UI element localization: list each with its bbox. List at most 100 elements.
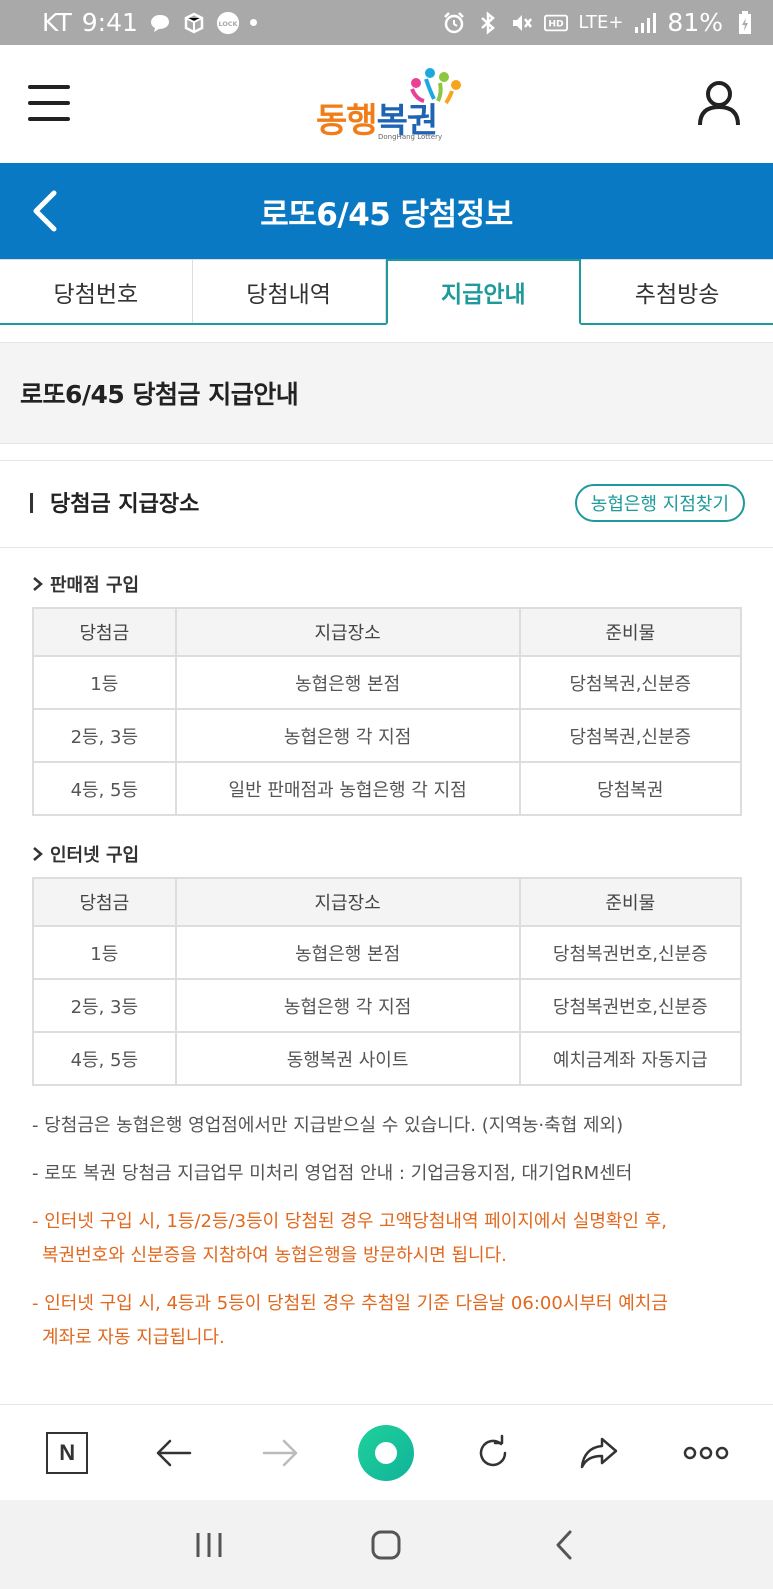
note-text: 계좌로 자동 지급됩니다. — [42, 1327, 225, 1348]
tab-draw-broadcast[interactable]: 추첨방송 — [581, 259, 773, 323]
table-cell: 당첨복권 — [518, 761, 743, 816]
store-purchase-table: 당첨금 지급장소 준비물 1등 농협은행 본점 당첨복권,신분증 2등, 3등 … — [32, 607, 743, 816]
arrow-left-icon — [156, 1439, 191, 1466]
title-bar: 로또6/45 당첨정보 — [0, 163, 773, 259]
chat-icon — [148, 11, 172, 35]
table-cell: 2등, 3등 — [32, 978, 177, 1033]
app-header: 동행복권 DongHang Lottery — [0, 45, 773, 163]
green-dot-button[interactable] — [358, 1424, 415, 1481]
refresh-icon — [479, 1434, 507, 1466]
table-cell: 농협은행 각 지점 — [174, 978, 521, 1033]
table-row: 4등, 5등 일반 판매점과 농협은행 각 지점 당첨복권 — [32, 761, 743, 816]
table-cell: 농협은행 각 지점 — [174, 708, 521, 763]
find-branch-button[interactable]: 농협은행 지점찾기 — [574, 484, 745, 522]
recent-apps-icon — [196, 1532, 222, 1557]
arrow-right-icon — [262, 1439, 298, 1466]
chevron-right-icon — [33, 577, 43, 591]
page-heading-box: 로또6/45 당첨금 지급안내 — [0, 342, 773, 444]
lock-app-icon: LOCK — [216, 11, 240, 35]
internet-purchase-table: 당첨금 지급장소 준비물 1등 농협은행 본점 당첨복권번호,신분증 2등, 3… — [32, 877, 743, 1086]
table-cell: 예치금계좌 자동지급 — [518, 1031, 743, 1086]
svg-text:LOCK: LOCK — [218, 19, 238, 27]
back-button[interactable] — [146, 1425, 202, 1481]
section-bar-decoration — [30, 493, 33, 513]
internet-purchase-heading: 인터넷 구입 — [32, 841, 139, 867]
battery-icon — [733, 10, 757, 35]
battery-label: 81% — [667, 8, 723, 37]
signal-icon — [633, 11, 657, 35]
table-header-row: 당첨금 지급장소 준비물 — [32, 877, 743, 927]
tab-winning-history[interactable]: 당첨내역 — [192, 259, 386, 323]
table-cell: 당첨복권번호,신분증 — [518, 978, 743, 1033]
note-text: 복권번호와 신분증을 지참하여 농협은행을 방문하시면 됩니다. — [42, 1245, 507, 1266]
note-item: - 당첨금은 농협은행 영업점에서만 지급받으실 수 있습니다. (지역농·축협… — [32, 1109, 752, 1143]
home-button[interactable] — [366, 1525, 406, 1565]
tab-bar: 당첨번호 당첨내역 지급안내 추첨방송 — [0, 259, 773, 325]
column-header: 당첨금 — [32, 877, 177, 927]
naver-n-icon: N — [46, 1431, 89, 1474]
table-cell: 4등, 5등 — [32, 1031, 177, 1086]
note-item-highlight: - 인터넷 구입 시, 1등/2등/3등이 당첨된 경우 고액당첨내역 페이지에… — [32, 1205, 752, 1273]
donghang-logo[interactable]: 동행복권 DongHang Lottery — [316, 65, 462, 145]
table-row: 2등, 3등 농협은행 각 지점 당첨복권번호,신분증 — [32, 978, 743, 1033]
note-text: - 로또 복권 당첨금 지급업무 미처리 영업점 안내 : 기업금융지점, 대기… — [32, 1163, 633, 1184]
table-cell: 농협은행 본점 — [174, 655, 521, 710]
store-purchase-heading: 판매점 구입 — [32, 571, 139, 597]
alarm-icon — [442, 11, 466, 35]
table-cell: 동행복권 사이트 — [174, 1031, 521, 1086]
note-text: - 당첨금은 농협은행 영업점에서만 지급받으실 수 있습니다. (지역농·축협… — [32, 1115, 624, 1136]
column-header: 지급장소 — [174, 877, 521, 927]
internet-purchase-label: 인터넷 구입 — [50, 845, 140, 866]
cube-icon — [182, 11, 206, 35]
column-header: 준비물 — [518, 607, 743, 657]
logo-text-part1: 동행 — [316, 101, 378, 141]
table-cell: 4등, 5등 — [32, 761, 177, 816]
back-arrow-icon[interactable] — [28, 189, 64, 233]
hd-icon: HD — [544, 11, 569, 35]
table-row: 4등, 5등 동행복권 사이트 예치금계좌 자동지급 — [32, 1031, 743, 1086]
page-title: 로또6/45 당첨정보 — [260, 196, 513, 233]
more-dots-icon — [683, 1446, 728, 1459]
tab-winning-numbers[interactable]: 당첨번호 — [0, 259, 193, 323]
column-header: 당첨금 — [32, 607, 177, 657]
table-cell: 1등 — [32, 925, 177, 980]
note-item: - 로또 복권 당첨금 지급업무 미처리 영업점 안내 : 기업금융지점, 대기… — [32, 1157, 752, 1191]
payment-location-section: 당첨금 지급장소 농협은행 지점찾기 판매점 구입 당첨금 지급장소 준비물 1… — [0, 460, 773, 1400]
table-row: 1등 농협은행 본점 당첨복권번호,신분증 — [32, 925, 743, 980]
table-cell: 농협은행 본점 — [174, 925, 521, 980]
forward-button[interactable] — [252, 1425, 308, 1481]
chevron-left-icon — [556, 1530, 572, 1559]
tab-payment-guide[interactable]: 지급안내 — [385, 259, 582, 325]
table-cell: 일반 판매점과 농협은행 각 지점 — [174, 761, 521, 816]
page-heading: 로또6/45 당첨금 지급안내 — [20, 380, 299, 409]
table-cell: 2등, 3등 — [32, 708, 177, 763]
store-purchase-label: 판매점 구입 — [50, 575, 140, 596]
menu-icon[interactable] — [28, 85, 70, 121]
note-item-highlight: - 인터넷 구입 시, 4등과 5등이 당첨된 경우 추첨일 기준 다음날 06… — [32, 1287, 752, 1355]
column-header: 지급장소 — [174, 607, 521, 657]
table-cell: 당첨복권번호,신분증 — [518, 925, 743, 980]
carrier-label: KT — [42, 8, 72, 37]
home-square-icon — [371, 1530, 401, 1559]
system-back-button[interactable] — [544, 1525, 584, 1565]
refresh-button[interactable] — [465, 1425, 521, 1481]
note-text: - 인터넷 구입 시, 1등/2등/3등이 당첨된 경우 고액당첨내역 페이지에… — [32, 1211, 667, 1232]
section-title: 당첨금 지급장소 — [50, 492, 200, 517]
mute-icon — [510, 11, 534, 35]
more-button[interactable] — [678, 1425, 734, 1481]
green-circle-icon — [358, 1424, 415, 1481]
table-cell: 당첨복권,신분증 — [518, 708, 743, 763]
table-cell: 당첨복권,신분증 — [518, 655, 743, 710]
time-label: 9:41 — [81, 8, 138, 37]
table-row: 1등 농협은행 본점 당첨복권,신분증 — [32, 655, 743, 710]
recent-apps-button[interactable] — [189, 1525, 229, 1565]
table-row: 2등, 3등 농협은행 각 지점 당첨복권,신분증 — [32, 708, 743, 763]
section-header: 당첨금 지급장소 농협은행 지점찾기 — [0, 461, 773, 548]
status-bar: KT 9:41 LOCK HD LTE+ 81% — [0, 0, 773, 45]
column-header: 준비물 — [518, 877, 743, 927]
naver-home-button[interactable]: N — [39, 1425, 95, 1481]
chevron-right-icon — [33, 847, 43, 861]
logo-subtext: DongHang Lottery — [378, 133, 443, 141]
share-button[interactable] — [571, 1425, 627, 1481]
user-icon[interactable] — [697, 79, 741, 127]
